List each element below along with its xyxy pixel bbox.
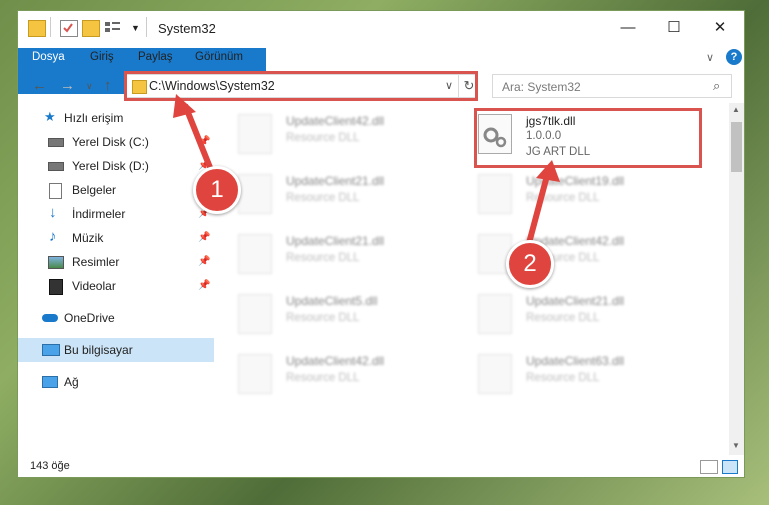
step-1-badge: 1 [193,166,241,214]
arrow-2-head [536,160,560,182]
annotation-arrows [173,94,560,259]
arrow-1-head [173,94,196,118]
step-2-badge: 2 [506,240,554,288]
